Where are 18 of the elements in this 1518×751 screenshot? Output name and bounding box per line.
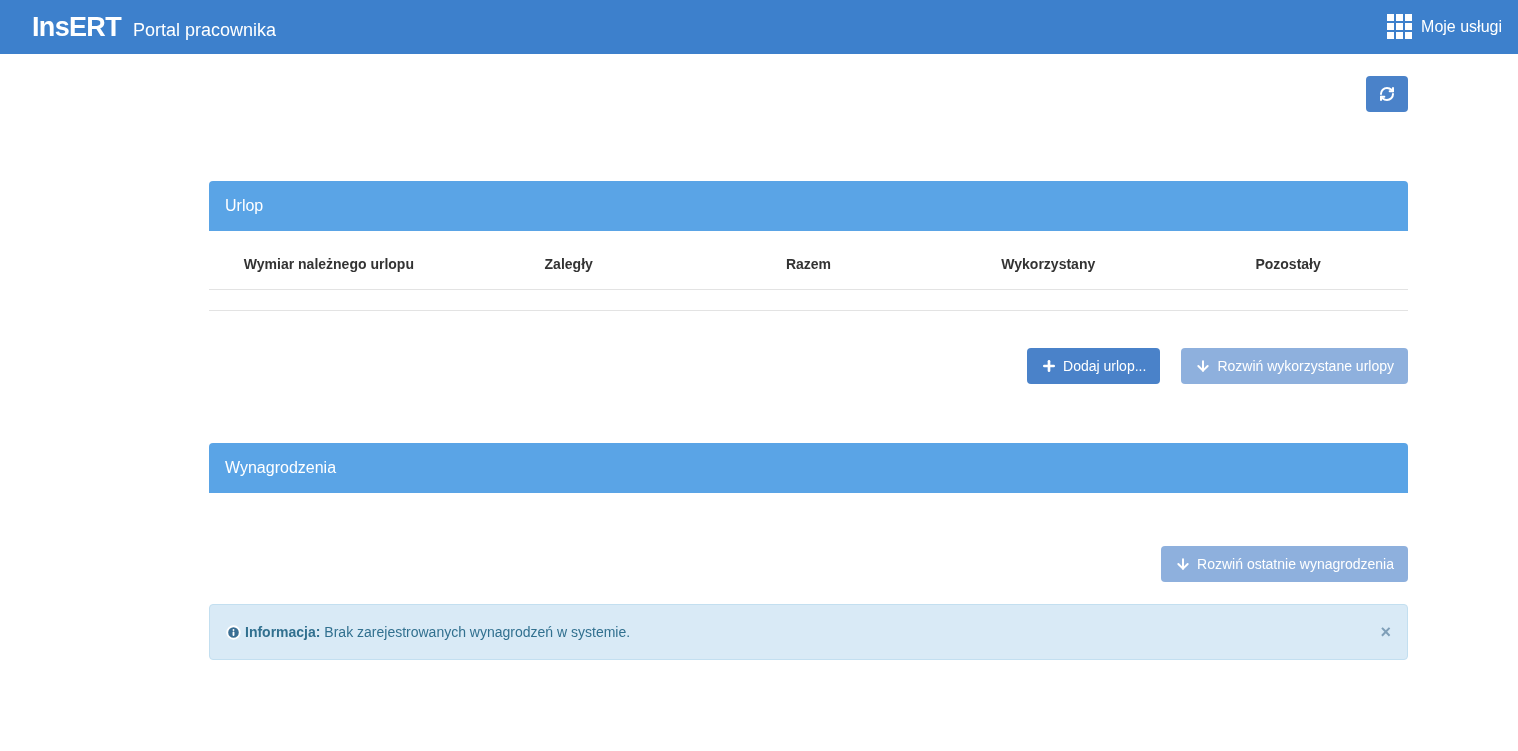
panel-title: Urlop [225, 196, 264, 216]
column-header: Razem [784, 255, 833, 274]
refresh-button[interactable] [1366, 76, 1408, 112]
close-button[interactable]: × [1380, 618, 1391, 646]
column-header: Wymiar należnego urlopu [242, 255, 415, 274]
panel-title: Wynagrodzenia [225, 458, 337, 478]
logo: InsERT [32, 10, 121, 44]
alert-message: Informacja: Brak zarejestrowanych wynagrodzeń w systemie. [245, 622, 631, 642]
plus-icon [1041, 358, 1058, 374]
info-icon [226, 624, 241, 640]
app-title: Portal pracownika [132, 18, 277, 42]
services-link[interactable]: Moje usługi [1387, 14, 1502, 40]
refresh-icon [1379, 86, 1395, 102]
column-header: Wykorzystany [1000, 255, 1097, 274]
add-button[interactable]: Dodaj urlop... [1027, 348, 1161, 384]
column-header: Zaległy [543, 255, 594, 274]
column-header: Pozostały [1254, 255, 1322, 274]
grid-icon [1387, 14, 1414, 40]
